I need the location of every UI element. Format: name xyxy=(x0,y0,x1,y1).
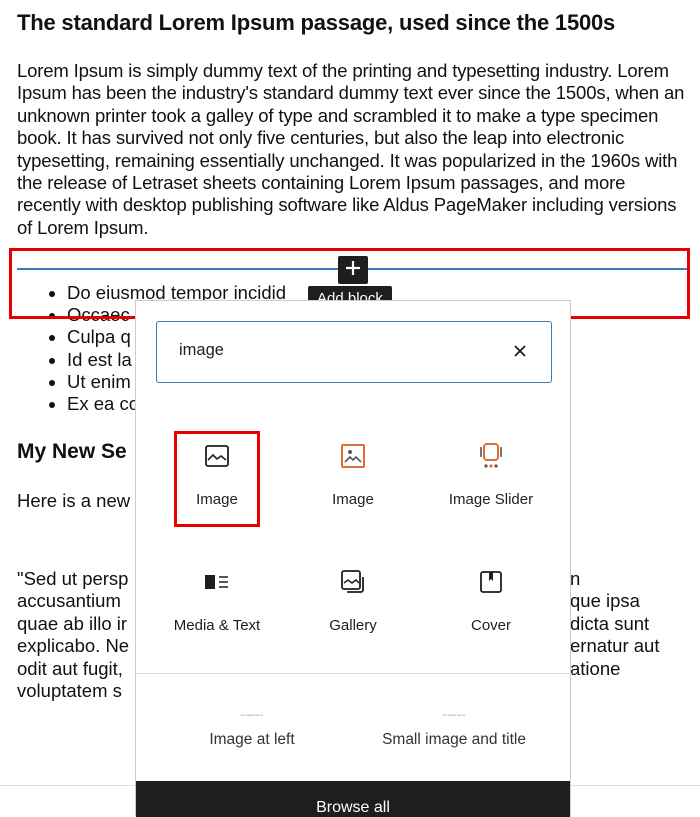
quote-line: dicta sunt xyxy=(570,612,650,634)
pattern-small-image-title[interactable]: No results found. Small image and title xyxy=(381,713,527,749)
block-image-slider[interactable]: Image Slider xyxy=(441,431,541,527)
block-label: Image xyxy=(196,491,238,508)
block-image[interactable]: Image xyxy=(167,431,267,527)
media-text-icon xyxy=(204,574,230,595)
patterns-divider xyxy=(136,673,572,674)
add-block-button[interactable] xyxy=(338,256,368,284)
paragraph-block[interactable]: Lorem Ipsum is simply dummy text of the … xyxy=(17,60,689,239)
quote-line: atione xyxy=(570,657,621,679)
cover-icon xyxy=(479,570,503,599)
block-label: Image Slider xyxy=(448,491,534,508)
block-label: Media & Text xyxy=(173,617,261,634)
pattern-thumbnail: No results found. xyxy=(442,713,466,717)
block-media-text[interactable]: Media & Text xyxy=(167,557,267,653)
block-image-plugin[interactable]: Image xyxy=(303,431,403,527)
block-label: Image xyxy=(332,491,374,508)
pattern-thumbnail: No results found. xyxy=(240,713,264,717)
block-cover[interactable]: Cover xyxy=(441,557,541,653)
page-heading: The standard Lorem Ipsum passage, used s… xyxy=(17,10,616,35)
pattern-image-at-left[interactable]: No results found. Image at left xyxy=(206,713,298,749)
image-icon xyxy=(204,444,230,473)
browse-all-button[interactable]: Browse all xyxy=(136,781,570,817)
pattern-label: Small image and title xyxy=(382,731,526,748)
quote-block-right: n que ipsa dicta sunt ernatur aut atione xyxy=(570,568,700,680)
plus-icon xyxy=(344,259,362,282)
block-label: Gallery xyxy=(329,617,377,634)
block-inserter-popover: Image Image Image Slider Media & Text Ga… xyxy=(135,300,572,817)
quote-line: que ipsa xyxy=(570,590,640,612)
section-heading[interactable]: My New Se xyxy=(17,440,127,464)
quote-line: ernatur aut xyxy=(570,635,660,657)
block-gallery[interactable]: Gallery xyxy=(303,557,403,653)
close-icon[interactable] xyxy=(509,340,531,362)
gallery-icon xyxy=(340,569,366,600)
image-slider-icon xyxy=(477,442,505,475)
block-search-input[interactable] xyxy=(177,340,501,361)
pattern-label: Image at left xyxy=(209,731,295,748)
block-search-field[interactable] xyxy=(156,321,552,383)
block-label: Cover xyxy=(470,617,511,634)
paragraph-block-2[interactable]: Here is a new xyxy=(17,490,130,512)
image-plugin-icon xyxy=(340,443,366,474)
quote-line: n xyxy=(570,568,581,589)
